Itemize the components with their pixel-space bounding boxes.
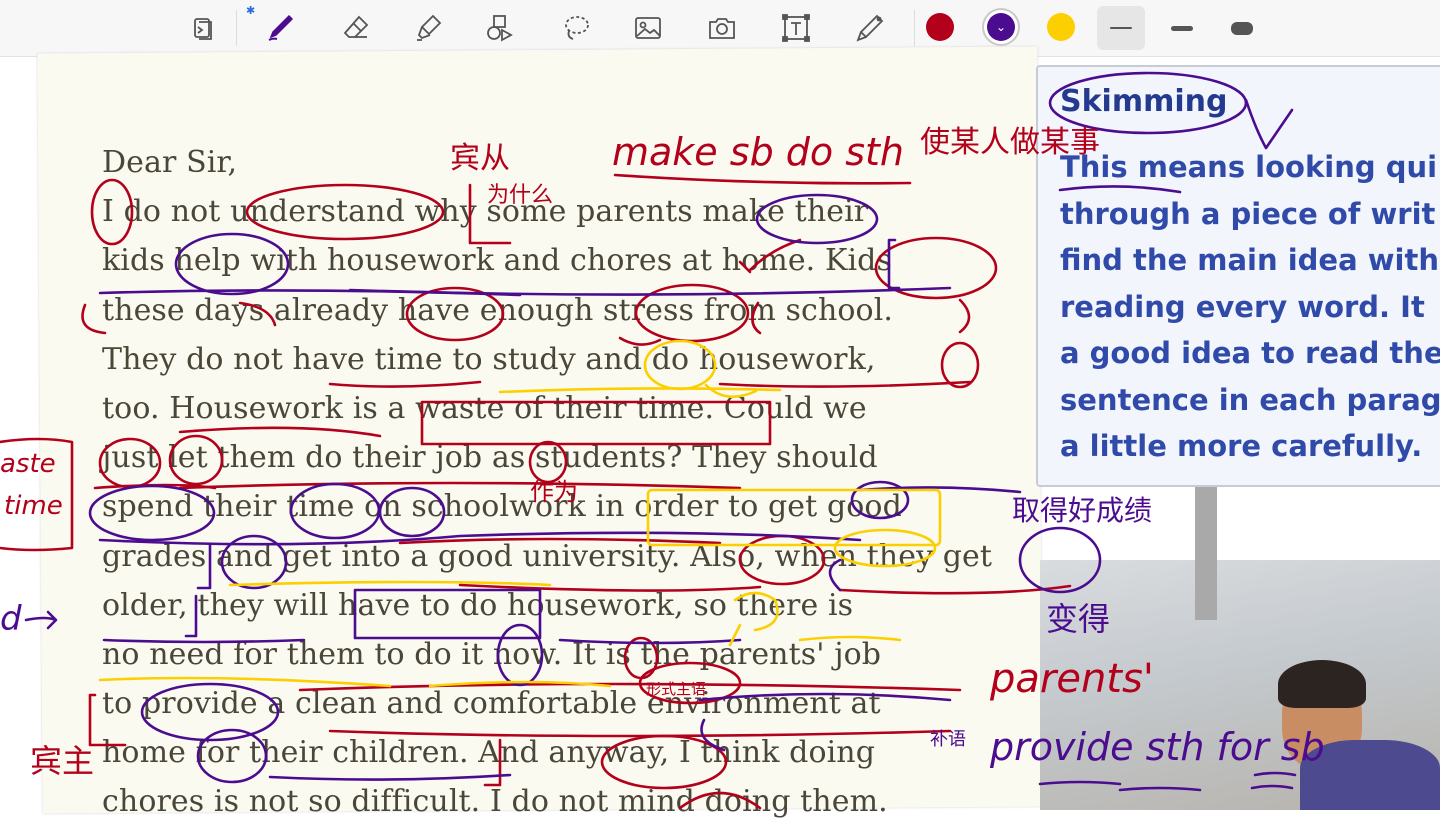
skimming-line: reading every word. It: [1060, 289, 1425, 324]
skimming-line: a little more carefully.: [1060, 429, 1423, 463]
letter-text: Dear Sir, I do not understand why some p…: [102, 138, 1002, 827]
letter-line: spend their time on schoolwork in order …: [102, 489, 902, 525]
letter-line: to provide a clean and comfortable envir…: [102, 686, 881, 722]
page-view-button[interactable]: [182, 6, 226, 50]
photo-person-body: [1300, 740, 1440, 810]
letter-line: Dear Sir,: [102, 145, 238, 180]
skimming-title: Skimming: [1060, 84, 1228, 119]
skimming-text: This means looking qui through a piece o…: [1060, 144, 1440, 470]
letter-line: these days already have enough stress fr…: [102, 292, 894, 328]
color-swatch-yellow[interactable]: [1047, 13, 1075, 41]
pen-icon: [268, 14, 294, 41]
letter-line: older, they will have to do housework, s…: [102, 587, 854, 623]
stroke-size-medium[interactable]: [1158, 6, 1206, 50]
photo-pole: [1195, 480, 1217, 620]
skimming-line: sentence in each parag: [1060, 382, 1440, 417]
eraser-icon: [343, 15, 369, 38]
letter-line: too. Housework is a waste of their time.…: [102, 390, 867, 426]
shapes-icon: [487, 15, 513, 42]
insert-image-button[interactable]: [626, 6, 670, 50]
lasso-icon: [565, 16, 589, 40]
chevron-down-icon: ⌄: [995, 20, 1007, 34]
laser-pointer-icon: [856, 14, 884, 42]
letter-line: just let them do their job as students? …: [102, 440, 878, 476]
pen-tool-button[interactable]: [258, 6, 302, 50]
color-swatch-red[interactable]: [926, 13, 954, 41]
highlighter-tool-button[interactable]: [406, 6, 450, 50]
bluetooth-icon: ✱: [246, 5, 256, 17]
letter-line: chores is not so difficult. I do not min…: [102, 784, 888, 820]
letter-line: grades and get into a good university. A…: [102, 538, 993, 574]
skimming-line: through a piece of writ: [1060, 196, 1436, 231]
eraser-tool-button[interactable]: [334, 6, 378, 50]
medium-stroke-icon: [1171, 25, 1193, 31]
color-swatch-purple[interactable]: ⌄: [987, 13, 1015, 41]
lasso-tool-button[interactable]: [554, 6, 598, 50]
photo-person-hair: [1278, 660, 1366, 708]
image-icon: [635, 17, 661, 39]
letter-line: They do not have time to study and do ho…: [102, 341, 876, 377]
letter-line: I do not understand why some parents mak…: [102, 194, 869, 230]
shapes-tool-button[interactable]: [478, 6, 522, 50]
letter-line: no need for them to do it now. It is the…: [102, 636, 882, 672]
stroke-size-thin[interactable]: [1097, 6, 1145, 50]
thin-stroke-icon: [1110, 27, 1132, 29]
letter-line: home for their children. And anyway, I t…: [102, 735, 876, 771]
skimming-line: find the main idea with: [1060, 243, 1440, 277]
thick-stroke-icon: [1231, 21, 1253, 35]
page-view-icon: [194, 18, 212, 40]
skimming-line: This means looking qui: [1060, 150, 1438, 184]
skimming-line: a good idea to read the: [1060, 336, 1440, 370]
text-box-icon: [782, 14, 810, 42]
toolbar-divider: [914, 10, 915, 46]
laser-pointer-button[interactable]: [848, 6, 892, 50]
stroke-size-thick[interactable]: [1218, 6, 1266, 50]
toolbar-divider: [236, 10, 237, 46]
highlighter-icon: [417, 14, 442, 41]
camera-button[interactable]: [700, 6, 744, 50]
text-box-button[interactable]: [774, 6, 818, 50]
letter-line: kids help with housework and chores at h…: [102, 243, 892, 279]
camera-icon: [709, 18, 735, 39]
